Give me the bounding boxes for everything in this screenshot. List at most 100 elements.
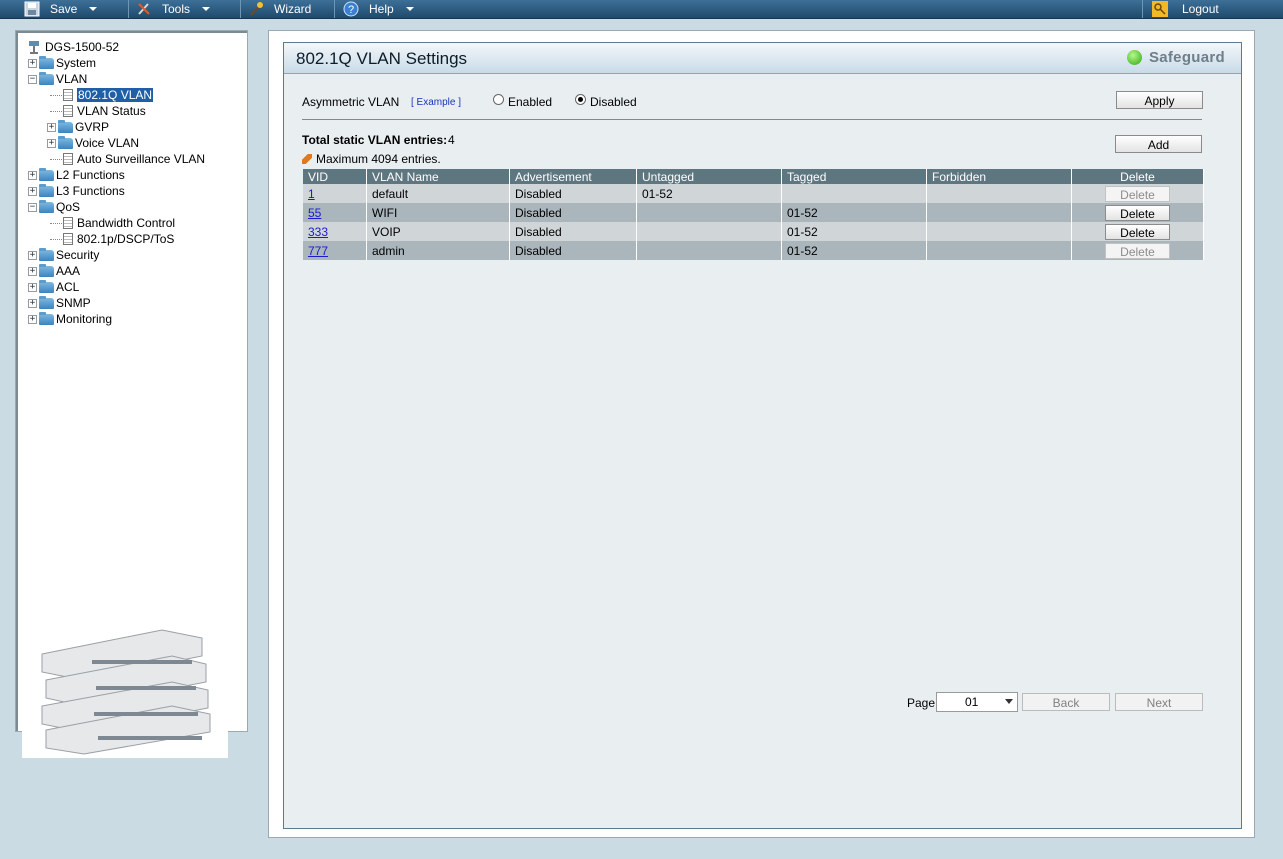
back-button[interactable]: Back [1022, 693, 1110, 711]
tree-item-gvrp[interactable]: + GVRP [47, 119, 109, 135]
tagged-cell: 01-52 [781, 203, 927, 222]
key-icon [1152, 1, 1168, 17]
expand-icon[interactable]: + [28, 250, 37, 260]
tree-item-8021q-vlan[interactable]: 802.1Q VLAN [50, 87, 154, 103]
vlan-name-cell: default [366, 184, 510, 203]
example-link[interactable]: [ Example ] [411, 97, 461, 108]
vlan-table: VID VLAN Name Advertisement Untagged Tag… [303, 169, 1204, 260]
vid-link[interactable]: 1 [308, 187, 315, 201]
tools-menu[interactable]: Tools [136, 0, 211, 18]
delete-button[interactable]: Delete [1105, 204, 1170, 221]
collapse-icon[interactable]: − [28, 202, 37, 212]
page-label: Page [907, 696, 936, 710]
folder-icon [39, 167, 54, 181]
vid-link[interactable]: 777 [308, 244, 328, 258]
tree-item-dscp[interactable]: 802.1p/DSCP/ToS [50, 231, 174, 247]
tree-item-voice-vlan[interactable]: + Voice VLAN [47, 135, 139, 151]
collapse-icon[interactable]: − [28, 74, 37, 84]
tree-connector [50, 238, 62, 240]
folder-icon [39, 279, 54, 293]
folder-icon [39, 263, 54, 277]
tree-item-system[interactable]: + System [28, 55, 96, 71]
page-title: 802.1Q VLAN Settings [296, 49, 468, 68]
forbidden-cell [926, 241, 1072, 260]
chevron-down-icon [202, 7, 211, 11]
toolbar-divider [128, 0, 129, 18]
vid-link[interactable]: 333 [308, 225, 328, 239]
expand-icon[interactable]: + [28, 170, 37, 180]
delete-button[interactable]: Delete [1105, 223, 1170, 240]
tagged-cell [781, 184, 927, 203]
expand-icon[interactable]: + [28, 314, 37, 324]
enabled-label: Enabled [508, 95, 553, 109]
switch-stack-image [22, 626, 228, 758]
chevron-down-icon [405, 7, 414, 11]
wizard-wand-icon [248, 1, 264, 17]
divider [302, 119, 1202, 120]
tree-item-l2-functions[interactable]: + L2 Functions [28, 167, 125, 183]
table-row: 333 VOIP Disabled 01-52 Delete [303, 222, 1204, 241]
tree-item-monitoring[interactable]: + Monitoring [28, 311, 112, 327]
tree-item-label: GVRP [75, 120, 110, 134]
chevron-down-icon [89, 7, 98, 11]
advertisement-cell: Disabled [509, 184, 637, 203]
tree-item-label: ACL [56, 280, 80, 294]
tree-item-vlan-status[interactable]: VLAN Status [50, 103, 146, 119]
add-button[interactable]: Add [1115, 135, 1202, 153]
safeguard-indicator: Safeguard [1126, 49, 1225, 66]
tree-item-security[interactable]: + Security [28, 247, 99, 263]
help-menu[interactable]: ? Help [343, 0, 414, 18]
folder-open-icon [39, 199, 54, 213]
tree-item-l3-functions[interactable]: + L3 Functions [28, 183, 125, 199]
total-entries-label: Total static VLAN entries: [302, 133, 448, 147]
tree-item-acl[interactable]: + ACL [28, 279, 79, 295]
page-select-value: 01 [965, 695, 979, 709]
expand-icon[interactable]: + [28, 298, 37, 308]
panel-header: 802.1Q VLAN Settings Safeguard [284, 43, 1241, 74]
tree-item-snmp[interactable]: + SNMP [28, 295, 91, 311]
asymmetric-disabled-radio[interactable] [575, 94, 586, 105]
wizard-label: Wizard [274, 2, 312, 16]
help-label: Help [369, 2, 394, 16]
toolbar-divider [334, 0, 335, 18]
tree-item-bandwidth-control[interactable]: Bandwidth Control [50, 215, 175, 231]
page-icon [63, 105, 73, 117]
page-select[interactable]: 01 [936, 692, 1018, 712]
tree-item-vlan[interactable]: − VLAN [28, 71, 87, 87]
tree-item-label: Security [56, 248, 100, 262]
asymmetric-enabled-radio[interactable] [493, 94, 504, 105]
expand-icon[interactable]: + [28, 282, 37, 292]
vid-link[interactable]: 55 [308, 206, 321, 220]
forbidden-cell [926, 184, 1072, 203]
expand-icon[interactable]: + [47, 138, 56, 148]
delete-button: Delete [1105, 242, 1170, 259]
toolbar-divider [1142, 0, 1143, 18]
tagged-cell: 01-52 [781, 241, 927, 260]
vlan-name-cell: admin [366, 241, 510, 260]
col-forbidden: Forbidden [926, 169, 1072, 184]
expand-icon[interactable]: + [28, 266, 37, 276]
save-menu[interactable]: Save [24, 0, 98, 18]
tagged-cell: 01-52 [781, 222, 927, 241]
floppy-disk-icon [24, 1, 40, 17]
wizard-menu[interactable]: Wizard [248, 0, 311, 18]
tree-item-label: Auto Surveillance VLAN [77, 152, 206, 166]
tree-root[interactable]: DGS-1500-52 [28, 39, 119, 55]
tree-item-qos[interactable]: − QoS [28, 199, 80, 215]
next-button[interactable]: Next [1115, 693, 1203, 711]
expand-icon[interactable]: + [47, 122, 56, 132]
col-vlan-name: VLAN Name [366, 169, 510, 184]
logout-button[interactable]: Logout [1152, 0, 1219, 18]
col-vid: VID [303, 169, 367, 184]
max-entries-text: Maximum 4094 entries. [316, 152, 441, 166]
max-entries-note: Maximum 4094 entries. [302, 152, 441, 166]
apply-button[interactable]: Apply [1116, 91, 1203, 109]
folder-open-icon [39, 71, 54, 85]
expand-icon[interactable]: + [28, 58, 37, 68]
vlan-name-cell: VOIP [366, 222, 510, 241]
expand-icon[interactable]: + [28, 186, 37, 196]
tree-item-aaa[interactable]: + AAA [28, 263, 80, 279]
delete-button: Delete [1105, 185, 1170, 202]
tree-item-auto-surveillance-vlan[interactable]: Auto Surveillance VLAN [50, 151, 205, 167]
tree-item-label: Bandwidth Control [77, 216, 176, 230]
